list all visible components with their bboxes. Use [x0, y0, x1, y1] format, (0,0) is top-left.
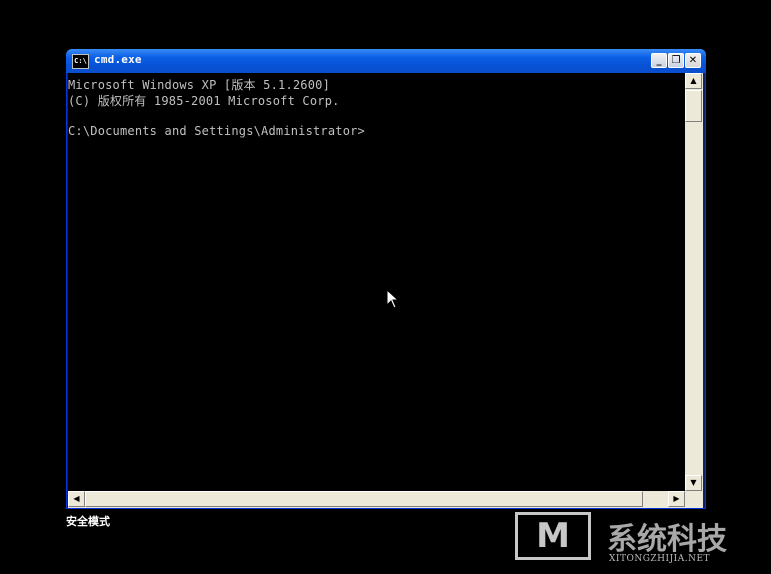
- watermark-brand: 系统科技: [607, 522, 727, 557]
- watermark-logo: M: [515, 512, 591, 560]
- mouse-pointer-icon: [386, 289, 400, 309]
- console-output[interactable]: Microsoft Windows XP [版本 5.1.2600] (C) 版…: [68, 73, 685, 491]
- window-title: cmd.exe: [94, 53, 142, 66]
- horizontal-scrollbar[interactable]: ◀ ▶: [68, 491, 685, 508]
- watermark-url: XITONGZHIJIA.NET: [609, 554, 711, 564]
- title-bar[interactable]: C:\ cmd.exe _ ❐ ✕: [66, 49, 706, 73]
- watermark: M 系统科技 XITONGZHIJIA.NET: [515, 508, 771, 574]
- scroll-up-icon[interactable]: ▲: [685, 73, 702, 89]
- minimize-button[interactable]: _: [651, 53, 667, 68]
- cmd-window: C:\ cmd.exe _ ❐ ✕ Microsoft Windows XP […: [66, 49, 706, 509]
- command-prompt[interactable]: C:\Documents and Settings\Administrator>: [68, 124, 685, 140]
- scrollbar-corner: [685, 491, 703, 508]
- console-icon[interactable]: C:\: [72, 54, 89, 69]
- console-line: Microsoft Windows XP [版本 5.1.2600]: [68, 78, 330, 92]
- safe-mode-label: 安全模式: [66, 515, 110, 528]
- restore-button[interactable]: ❐: [668, 53, 684, 68]
- scroll-right-icon[interactable]: ▶: [668, 491, 685, 507]
- close-button[interactable]: ✕: [685, 53, 701, 68]
- scroll-down-icon[interactable]: ▼: [685, 475, 702, 491]
- scroll-left-icon[interactable]: ◀: [68, 491, 85, 507]
- vertical-scrollbar[interactable]: ▲ ▼: [685, 73, 703, 491]
- console-line: (C) 版权所有 1985-2001 Microsoft Corp.: [68, 94, 340, 108]
- horizontal-scroll-thumb[interactable]: [85, 491, 643, 507]
- vertical-scroll-thumb[interactable]: [685, 90, 702, 122]
